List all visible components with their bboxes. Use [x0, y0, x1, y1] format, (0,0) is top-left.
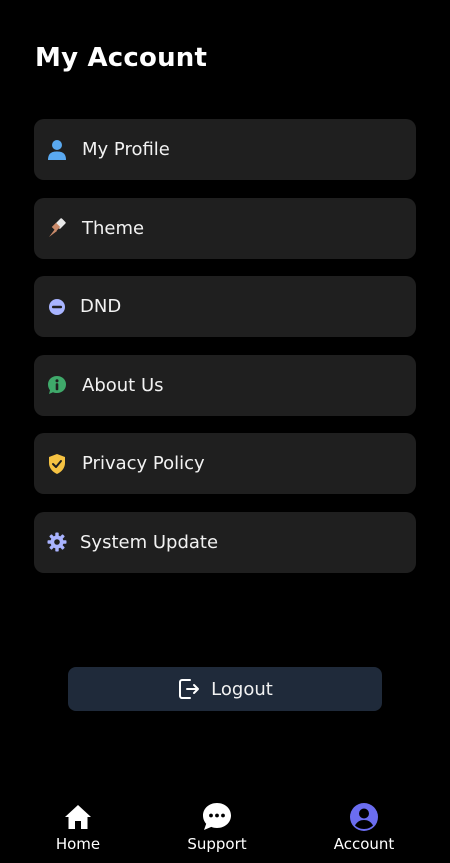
menu-item-about-us[interactable]: About Us [34, 354, 416, 416]
chat-bubble-icon [201, 801, 233, 833]
logout-icon [177, 677, 201, 701]
bottom-nav: Home Support Account [0, 795, 450, 863]
menu-item-theme[interactable]: Theme [34, 197, 416, 259]
nav-item-home[interactable]: Home [28, 795, 128, 853]
nav-label: Account [333, 835, 395, 853]
nav-label: Home [55, 835, 101, 853]
person-icon [46, 139, 68, 161]
account-menu: My Profile Theme DND About Us Privacy Po… [34, 119, 416, 590]
page-title: My Account [35, 43, 208, 73]
menu-item-system-update[interactable]: System Update [34, 511, 416, 573]
menu-item-label: Theme [82, 217, 145, 239]
info-icon [46, 374, 68, 396]
minus-circle-icon [46, 296, 68, 318]
nav-label: Support [187, 835, 247, 853]
menu-item-label: System Update [80, 531, 219, 553]
menu-item-label: DND [80, 296, 122, 317]
menu-item-privacy-policy[interactable]: Privacy Policy [34, 433, 416, 494]
menu-item-dnd[interactable]: DND [34, 276, 416, 337]
gear-icon [46, 531, 68, 553]
account-circle-icon [348, 801, 380, 833]
menu-item-my-profile[interactable]: My Profile [34, 119, 416, 180]
menu-item-label: My Profile [82, 139, 170, 160]
paint-brush-icon [46, 217, 68, 239]
nav-item-support[interactable]: Support [167, 795, 267, 853]
shield-check-icon [46, 453, 68, 475]
home-icon [62, 801, 94, 833]
menu-item-label: About Us [82, 374, 164, 396]
nav-item-account[interactable]: Account [314, 795, 414, 853]
logout-button[interactable]: Logout [68, 667, 382, 711]
logout-label: Logout [211, 678, 273, 700]
menu-item-label: Privacy Policy [82, 453, 205, 474]
